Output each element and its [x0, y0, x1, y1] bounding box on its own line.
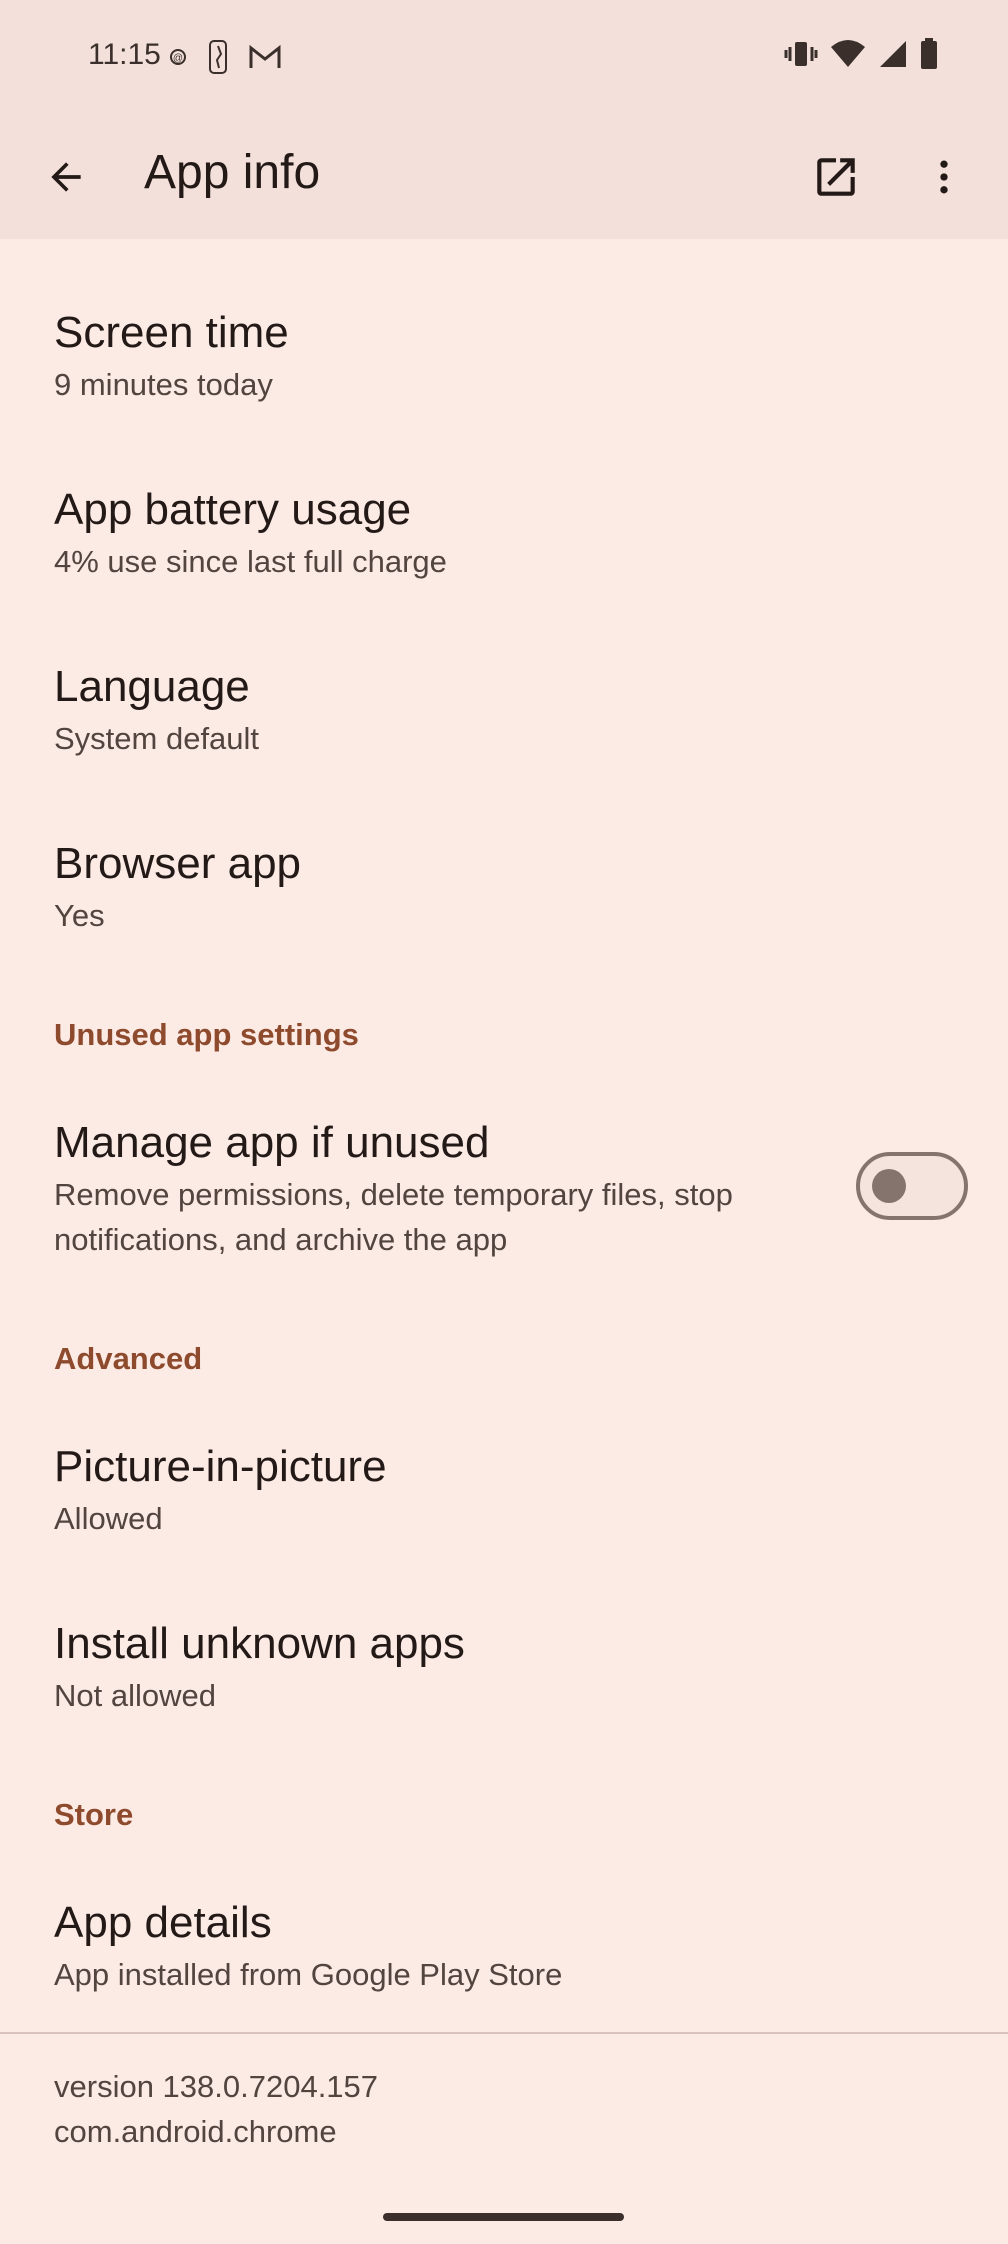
notification-icons: @ [168, 40, 282, 79]
item-summary-line2: notifications, and archive the app [54, 1222, 508, 1257]
item-summary-line1: Remove permissions, delete temporary fil… [54, 1177, 733, 1212]
item-summary: Not allowed [54, 1678, 216, 1713]
item-title: Picture-in-picture [54, 1442, 387, 1491]
item-title: Install unknown apps [54, 1619, 465, 1668]
arrow-back-icon [51, 162, 81, 192]
app-bar: App info [0, 115, 1008, 239]
item-summary: 9 minutes today [54, 367, 273, 402]
item-title: Screen time [54, 308, 289, 357]
item-title: App details [54, 1898, 272, 1947]
wifi-icon [830, 39, 866, 74]
status-time: 11:15 [88, 38, 161, 71]
version-text: version 138.0.7204.157 [54, 2069, 379, 2104]
svg-text:@: @ [173, 53, 183, 64]
toggle-knob [872, 1169, 906, 1203]
item-title: Language [54, 662, 250, 711]
section-header-store: Store [54, 1797, 134, 1832]
signal-icon [878, 39, 908, 74]
page-title: App info [144, 146, 321, 199]
manage-app-toggle[interactable] [856, 1152, 968, 1220]
vibrate-icon [784, 39, 818, 74]
section-header-advanced: Advanced [54, 1341, 203, 1376]
item-summary: Allowed [54, 1501, 163, 1536]
screen-time-item[interactable]: Screen time 9 minutes today [0, 280, 1008, 430]
item-title: Browser app [54, 839, 302, 888]
item-summary: System default [54, 721, 260, 756]
package-name-text: com.android.chrome [54, 2114, 337, 2149]
item-title: App battery usage [54, 485, 412, 534]
item-title: Manage app if unused [54, 1118, 490, 1167]
status-bar: 11:15 @ [0, 0, 1008, 115]
item-summary: 4% use since last full charge [54, 544, 447, 579]
system-icons [784, 38, 938, 75]
gmail-icon [248, 44, 282, 75]
open-in-new-icon [817, 158, 855, 196]
item-summary: Yes [54, 898, 105, 933]
install-unknown-apps-item[interactable]: Install unknown apps Not allowed [0, 1591, 1008, 1741]
app-details-item[interactable]: App details App installed from Google Pl… [0, 1870, 1008, 2020]
more-options-button[interactable] [914, 147, 974, 207]
open-app-button[interactable] [806, 147, 866, 207]
item-summary: App installed from Google Play Store [54, 1957, 563, 1992]
picture-in-picture-item[interactable]: Picture-in-picture Allowed [0, 1414, 1008, 1564]
back-button[interactable] [36, 147, 96, 207]
battery-usage-item[interactable]: App battery usage 4% use since last full… [0, 457, 1008, 607]
divider [0, 2032, 1008, 2034]
section-header-unused: Unused app settings [54, 1017, 359, 1052]
nba-icon [208, 40, 228, 79]
home-indicator[interactable] [383, 2213, 624, 2221]
more-vert-icon [940, 160, 948, 194]
language-item[interactable]: Language System default [0, 634, 1008, 784]
battery-icon [920, 38, 938, 75]
browser-app-item[interactable]: Browser app Yes [0, 811, 1008, 961]
data-saver-icon: @ [168, 47, 188, 72]
